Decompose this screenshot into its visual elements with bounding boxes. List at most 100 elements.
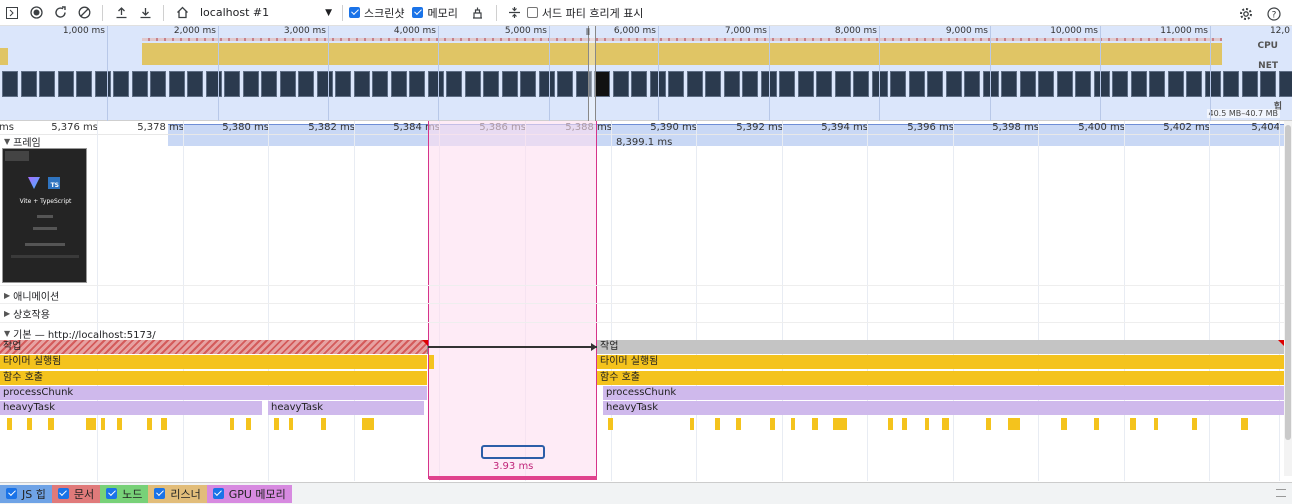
reload-icon[interactable]	[48, 1, 72, 25]
screenshot-thumbnail[interactable]	[1205, 71, 1221, 97]
timeline-overview[interactable]: CPU NET 힙 40.5 MB–40.7 MB 1,000 ms 2,000 …	[0, 26, 1292, 146]
function-call-bar[interactable]: 함수 호출	[0, 371, 427, 385]
screenshot-thumbnail[interactable]	[687, 71, 703, 97]
function-call-bar[interactable]: 함수 호출	[597, 371, 1284, 385]
timer-fired-bar-small[interactable]	[429, 355, 434, 369]
screenshot-thumbnail[interactable]	[853, 71, 869, 97]
leaf-call-mark[interactable]	[7, 418, 12, 430]
selection-range[interactable]	[428, 121, 597, 479]
overview-selection-window[interactable]	[588, 26, 596, 121]
frame-screenshot[interactable]: TS Vite + TypeScript	[2, 148, 87, 283]
checkbox-icon[interactable]	[526, 7, 538, 18]
process-chunk-bar[interactable]: processChunk	[0, 386, 427, 400]
leaf-call-mark[interactable]	[1094, 418, 1099, 430]
screenshot-thumbnail[interactable]	[280, 71, 296, 97]
leaf-call-mark[interactable]	[1154, 418, 1158, 430]
screenshot-thumbnail[interactable]	[298, 71, 314, 97]
screenshot-thumbnail[interactable]	[446, 71, 462, 97]
track-main[interactable]: ▼ 기본 — http://localhost:5173/	[4, 326, 156, 341]
clear-icon[interactable]	[72, 1, 96, 25]
track-animations[interactable]: ▶ 애니메이션	[4, 288, 59, 303]
leaf-call-mark[interactable]	[902, 418, 907, 430]
leaf-call-mark[interactable]	[888, 418, 893, 430]
counter-toggle[interactable]: GPU 메모리	[206, 484, 292, 503]
task-bar[interactable]: 작업	[0, 340, 428, 354]
screenshot-thumbnail[interactable]	[1242, 71, 1258, 97]
screenshot-thumbnail[interactable]	[705, 71, 721, 97]
screenshot-thumbnail[interactable]	[1168, 71, 1184, 97]
track-interactions[interactable]: ▶ 상호작용	[4, 306, 50, 321]
screenshot-thumbnail[interactable]	[261, 71, 277, 97]
screenshot-thumbnail[interactable]	[872, 71, 888, 97]
screenshot-thumbnail[interactable]	[372, 71, 388, 97]
checkbox-icon[interactable]	[57, 488, 69, 499]
screenshot-thumbnail[interactable]	[1131, 71, 1147, 97]
leaf-call-mark[interactable]	[690, 418, 694, 430]
screenshot-thumbnail[interactable]	[983, 71, 999, 97]
checkbox-icon[interactable]	[6, 488, 17, 499]
screenshot-thumbnail[interactable]	[927, 71, 943, 97]
leaf-call-mark[interactable]	[925, 418, 929, 430]
screenshot-checkbox[interactable]: 스크린샷	[349, 5, 404, 21]
leaf-call-mark[interactable]	[1241, 418, 1248, 430]
screenshot-thumbnail[interactable]	[76, 71, 92, 97]
screenshot-thumbnail[interactable]	[613, 71, 629, 97]
screenshot-thumbnail[interactable]	[835, 71, 851, 97]
screenshot-thumbnail[interactable]	[95, 71, 111, 97]
screenshot-thumbnail[interactable]	[1279, 71, 1292, 97]
leaf-call-mark[interactable]	[230, 418, 234, 430]
screenshot-thumbnail[interactable]	[1075, 71, 1091, 97]
leaf-call-mark[interactable]	[1061, 418, 1067, 430]
screenshot-thumbnail[interactable]	[391, 71, 407, 97]
screenshot-thumbnail[interactable]	[1112, 71, 1128, 97]
counter-toggle[interactable]: JS 힙	[0, 484, 52, 503]
screenshot-thumbnail[interactable]	[1057, 71, 1073, 97]
timer-fired-bar[interactable]: 타이머 실행됨	[597, 355, 1284, 369]
screenshot-thumbnail[interactable]	[150, 71, 166, 97]
screenshot-thumbnail[interactable]	[742, 71, 758, 97]
counter-toggle[interactable]: 문서	[51, 484, 101, 503]
heavy-task-bar[interactable]: heavyTask	[603, 401, 1284, 415]
screenshot-thumbnail[interactable]	[631, 71, 647, 97]
screenshot-thumbnail[interactable]	[409, 71, 425, 97]
screenshot-thumbnail[interactable]	[243, 71, 259, 97]
leaf-call-mark[interactable]	[736, 418, 741, 430]
leaf-call-mark[interactable]	[791, 418, 795, 430]
screenshot-thumbnail[interactable]	[539, 71, 555, 97]
checkbox-icon[interactable]	[154, 488, 166, 499]
leaf-call-mark[interactable]	[770, 418, 775, 430]
task-bar[interactable]: 작업	[597, 340, 1284, 354]
screenshot-thumbnail[interactable]	[224, 71, 240, 97]
collapse-tracks-icon[interactable]	[503, 1, 527, 25]
heavy-task-bar[interactable]: heavyTask	[0, 401, 262, 415]
screenshot-thumbnail[interactable]	[132, 71, 148, 97]
screenshot-thumbnail[interactable]	[21, 71, 37, 97]
screenshot-thumbnail[interactable]	[1223, 71, 1239, 97]
screenshot-thumbnail[interactable]	[335, 71, 351, 97]
checkbox-icon[interactable]	[349, 7, 360, 18]
screenshot-thumbnail[interactable]	[909, 71, 925, 97]
leaf-call-mark[interactable]	[715, 418, 720, 430]
process-chunk-bar[interactable]: processChunk	[603, 386, 1284, 400]
screenshot-thumbnail[interactable]	[206, 71, 222, 97]
checkbox-icon[interactable]	[106, 488, 118, 499]
screenshot-thumbnail[interactable]	[1149, 71, 1165, 97]
checkbox-icon[interactable]	[212, 488, 224, 499]
memory-checkbox[interactable]: 메모리	[412, 5, 458, 21]
screenshot-thumbnail[interactable]	[113, 71, 129, 97]
screenshot-thumbnail[interactable]	[2, 71, 18, 97]
screenshot-thumbnail[interactable]	[557, 71, 573, 97]
leaf-call-mark[interactable]	[1192, 418, 1197, 430]
leaf-call-mark[interactable]	[289, 418, 293, 430]
third-party-checkbox[interactable]: 서드 파티 흐리게 표시	[526, 5, 643, 21]
timer-fired-bar[interactable]: 타이머 실행됨	[0, 355, 427, 369]
screenshot-thumbnail[interactable]	[39, 71, 55, 97]
screenshot-thumbnail[interactable]	[724, 71, 740, 97]
screenshot-thumbnail[interactable]	[1094, 71, 1110, 97]
resize-grip-icon[interactable]	[1276, 489, 1286, 497]
screenshot-thumbnail[interactable]	[58, 71, 74, 97]
screenshot-thumbnail[interactable]	[502, 71, 518, 97]
drag-handle-icon[interactable]: ⦀	[586, 28, 590, 38]
leaf-call-mark[interactable]	[86, 418, 96, 430]
record-icon[interactable]	[24, 1, 48, 25]
